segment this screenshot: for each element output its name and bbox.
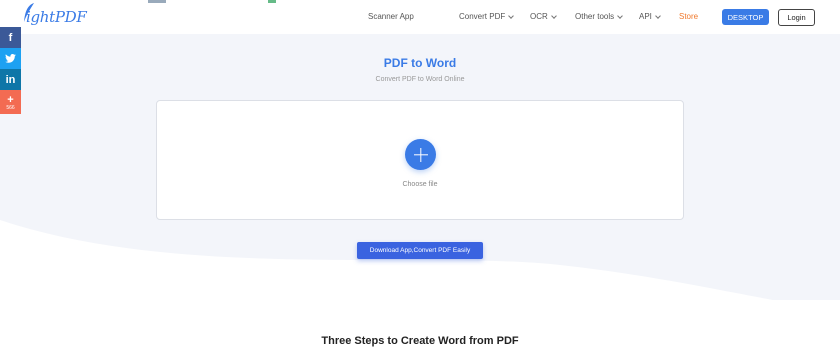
top-strip bbox=[268, 0, 276, 3]
upload-dropzone[interactable]: Choose file bbox=[156, 100, 684, 220]
desktop-button[interactable]: DESKTOP bbox=[722, 9, 769, 25]
page-subtitle: Convert PDF to Word Online bbox=[375, 76, 465, 83]
plus-icon: + bbox=[7, 93, 14, 106]
nav-store[interactable]: Store bbox=[679, 12, 698, 21]
nav-label: Other tools bbox=[575, 12, 615, 21]
nav-api[interactable]: API bbox=[639, 12, 661, 21]
share-count: 566 bbox=[6, 104, 15, 111]
feather-icon bbox=[24, 3, 34, 22]
nav-ocr[interactable]: OCR bbox=[530, 12, 557, 21]
more-share-button[interactable]: + 566 bbox=[0, 90, 21, 114]
chevron-down-icon bbox=[655, 12, 661, 19]
logo[interactable]: ightPDF bbox=[24, 3, 87, 30]
linkedin-share-button[interactable]: in bbox=[0, 69, 21, 90]
nav-convert-pdf[interactable]: Convert PDF bbox=[459, 12, 515, 21]
facebook-share-button[interactable]: f bbox=[0, 27, 21, 48]
twitter-icon bbox=[5, 54, 16, 63]
facebook-icon: f bbox=[8, 31, 13, 44]
nav-label: Convert PDF bbox=[459, 12, 506, 21]
add-file-button[interactable] bbox=[405, 139, 436, 170]
download-app-button[interactable]: Download App,Convert PDF Easily bbox=[357, 242, 483, 259]
nav-other-tools[interactable]: Other tools bbox=[575, 12, 623, 21]
chevron-down-icon bbox=[508, 12, 515, 19]
share-bar: f in + 566 bbox=[0, 27, 21, 114]
chevron-down-icon bbox=[617, 12, 623, 19]
linkedin-icon: in bbox=[5, 73, 16, 86]
choose-file-label: Choose file bbox=[402, 181, 438, 188]
top-strip bbox=[148, 0, 166, 3]
nav-scanner-app[interactable]: Scanner App bbox=[368, 12, 414, 21]
nav-label: Store bbox=[679, 12, 699, 21]
chevron-down-icon bbox=[550, 12, 557, 19]
nav-label: Scanner App bbox=[368, 12, 414, 21]
nav-label: OCR bbox=[530, 12, 548, 21]
twitter-share-button[interactable] bbox=[0, 48, 21, 69]
hero-wave bbox=[0, 220, 840, 310]
page-title: PDF to Word bbox=[383, 56, 457, 70]
nav-label: API bbox=[639, 12, 652, 21]
login-button[interactable]: Login bbox=[778, 9, 815, 26]
steps-heading: Three Steps to Create Word from PDF bbox=[321, 335, 519, 347]
header: ightPDF Scanner App Convert PDF OCR Othe… bbox=[0, 0, 840, 34]
